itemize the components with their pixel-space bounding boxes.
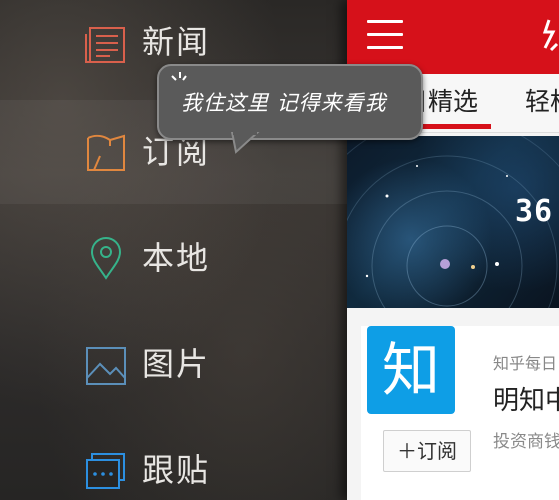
brand-logo-icon xyxy=(543,19,559,52)
newspaper-icon xyxy=(85,27,125,63)
location-pin-icon xyxy=(90,237,122,280)
subscribe-button[interactable]: ＋订阅 xyxy=(383,430,471,472)
card-source: 知乎每日 xyxy=(493,354,558,373)
headline-banner[interactable]: 36 xyxy=(347,136,559,308)
subscribe-label: 订阅 xyxy=(417,439,457,463)
subscription-book-icon xyxy=(87,134,125,171)
drawer-item-label: 新闻 xyxy=(142,23,211,61)
comments-icon xyxy=(86,453,125,489)
tooltip-text: 我住这里 记得来看我 xyxy=(181,91,387,115)
drawer-item-comments[interactable]: 跟贴 xyxy=(0,412,347,500)
drawer-item-label: 跟贴 xyxy=(142,451,211,489)
sparkle-icon xyxy=(171,72,187,81)
drawer-item-pictures[interactable]: 图片 xyxy=(0,308,347,412)
banner-number: 36 xyxy=(515,194,554,229)
tab-relax[interactable]: 轻松 xyxy=(525,86,559,118)
plus-icon: ＋ xyxy=(397,439,417,463)
drawer-item-label: 图片 xyxy=(142,345,211,383)
hamburger-menu-icon[interactable] xyxy=(367,20,403,50)
tooltip-tail xyxy=(230,132,260,154)
subscription-card[interactable]: 知 ＋订阅 知乎每日 明知中 投资商钱的事情 xyxy=(361,326,559,500)
card-description: 投资商钱的事情 xyxy=(493,432,559,452)
tooltip-bubble: 我住这里 记得来看我 xyxy=(157,64,423,140)
card-title: 明知中 xyxy=(493,386,559,416)
drawer-item-label: 本地 xyxy=(142,239,211,277)
image-icon xyxy=(86,347,126,385)
drawer-item-local[interactable]: 本地 xyxy=(0,204,347,308)
top-bar xyxy=(347,0,559,74)
zhihu-logo: 知 xyxy=(367,326,455,414)
